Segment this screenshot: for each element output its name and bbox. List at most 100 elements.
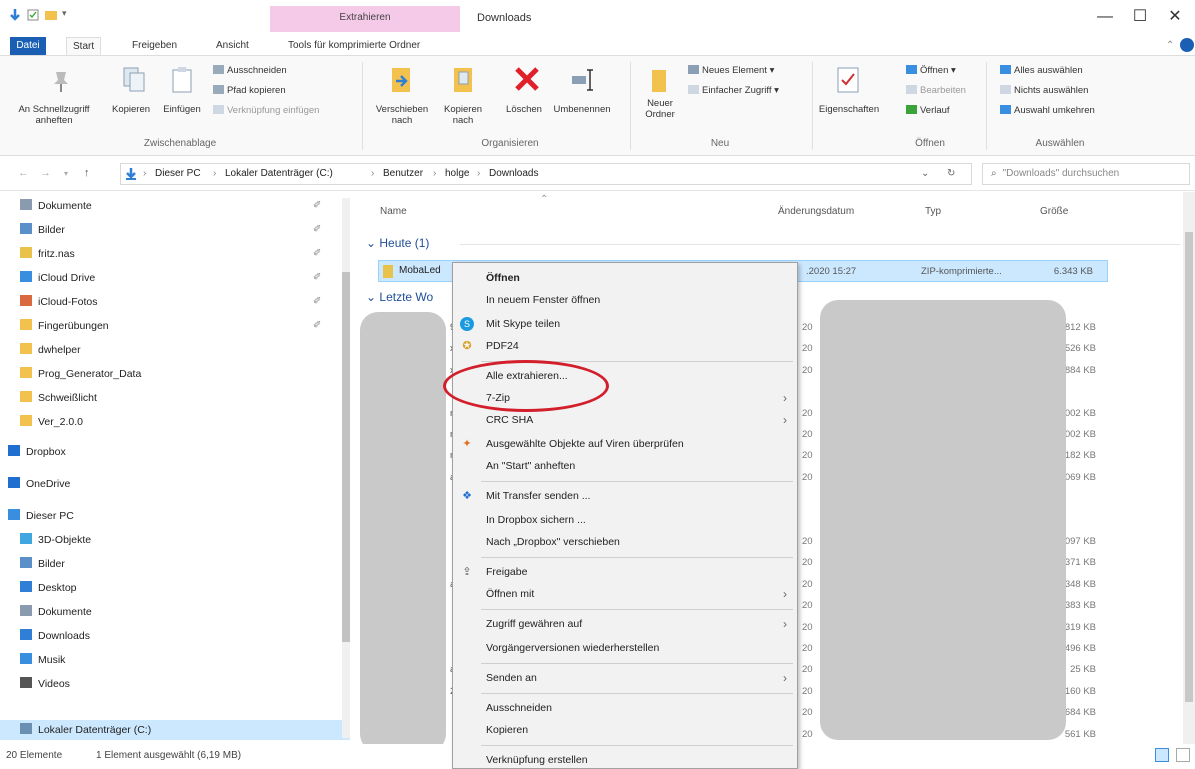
menu-copy[interactable]: Kopieren	[486, 719, 528, 741]
ribbon-collapse-icon[interactable]: ⌃	[1160, 37, 1180, 55]
back-arrow-icon[interactable]: ←	[18, 167, 29, 179]
open-button[interactable]: Öffnen ▾	[906, 65, 956, 76]
sidebar-item[interactable]: Dieser PC	[8, 506, 74, 526]
menu-skype-share[interactable]: Mit Skype teilen	[486, 313, 560, 335]
breadcrumb-users[interactable]: Benutzer	[383, 168, 423, 179]
move-to-button[interactable]: Verschieben nach	[372, 104, 432, 126]
breadcrumb-this-pc[interactable]: Dieser PC	[155, 168, 201, 179]
sidebar-item[interactable]: Dokumente	[20, 196, 92, 216]
column-type[interactable]: Typ	[925, 206, 941, 217]
sidebar-item[interactable]: Dokumente	[20, 602, 92, 622]
tab-view[interactable]: Ansicht	[210, 37, 255, 55]
maximize-button[interactable]: ☐	[1125, 6, 1155, 30]
menu-restore-versions[interactable]: Vorgängerversionen wiederherstellen	[486, 637, 659, 659]
sidebar-item[interactable]: Desktop	[20, 578, 77, 598]
sidebar-item[interactable]: Dropbox	[8, 442, 66, 462]
tab-file[interactable]: Datei	[10, 37, 46, 55]
menu-open-with[interactable]: Öffnen mit	[486, 583, 534, 605]
tab-share[interactable]: Freigeben	[126, 37, 183, 55]
select-none-button[interactable]: Nichts auswählen	[1000, 85, 1088, 96]
sidebar-scroll-thumb[interactable]	[342, 272, 350, 642]
sidebar-item[interactable]: Fingerübungen	[20, 316, 109, 336]
sidebar-item[interactable]: Schweißlicht	[20, 388, 97, 408]
column-name[interactable]: Name	[380, 206, 407, 217]
edit-button[interactable]: Bearbeiten	[906, 85, 966, 96]
group-header-today[interactable]: ⌄ Heute (1)	[366, 236, 429, 250]
content-scroll-thumb[interactable]	[1185, 232, 1193, 702]
sidebar-item[interactable]: dwhelper	[20, 340, 81, 360]
menu-dropbox-save[interactable]: In Dropbox sichern ...	[486, 509, 586, 531]
pin-quick-access-button[interactable]: An Schnellzugriff anheften	[4, 104, 104, 126]
submenu-arrow-icon: ›	[783, 617, 787, 631]
sidebar-item[interactable]: Bilder	[20, 220, 65, 240]
submenu-arrow-icon: ›	[783, 587, 787, 601]
sidebar-item[interactable]: Musik	[20, 650, 65, 670]
menu-pin-start[interactable]: An "Start" anheften	[486, 455, 575, 477]
file-size: 6.343 KB	[1053, 266, 1093, 277]
menu-crc-sha[interactable]: CRC SHA	[486, 409, 533, 431]
new-folder-quick-icon[interactable]	[44, 8, 58, 22]
sidebar-item[interactable]: Videos	[20, 674, 70, 694]
sidebar-item[interactable]: OneDrive	[8, 474, 70, 494]
minimize-button[interactable]: —	[1090, 6, 1120, 30]
quick-access-arrow-icon[interactable]	[8, 8, 22, 22]
cut-button[interactable]: Ausschneiden	[213, 65, 287, 76]
new-folder-button[interactable]: Neuer Ordner	[640, 98, 680, 120]
sidebar-item[interactable]: Lokaler Datenträger (C:)	[20, 720, 151, 740]
menu-cut[interactable]: Ausschneiden	[486, 697, 552, 719]
breadcrumb-downloads[interactable]: Downloads	[489, 168, 538, 179]
copy-to-button[interactable]: Kopieren nach	[434, 104, 492, 126]
address-dropdown-icon[interactable]: ⌄	[921, 168, 929, 179]
breadcrumb-local-disk[interactable]: Lokaler Datenträger (C:)	[225, 168, 333, 179]
copy-button[interactable]: Kopieren	[105, 104, 157, 115]
paste-button[interactable]: Einfügen	[156, 104, 208, 115]
sidebar-item[interactable]: Bilder	[20, 554, 65, 574]
tab-start[interactable]: Start	[66, 37, 102, 55]
search-input[interactable]: ⌕ "Downloads" durchsuchen	[982, 163, 1190, 185]
details-view-icon[interactable]	[1155, 748, 1169, 762]
menu-pdf24[interactable]: PDF24	[486, 335, 519, 357]
menu-open[interactable]: Öffnen	[486, 267, 520, 289]
properties-quick-icon[interactable]	[26, 8, 40, 22]
help-icon[interactable]	[1180, 38, 1194, 52]
menu-share[interactable]: Freigabe	[486, 561, 527, 583]
easy-access-button[interactable]: Einfacher Zugriff ▾	[688, 85, 779, 96]
submenu-arrow-icon: ›	[783, 413, 787, 427]
sidebar-item[interactable]: 3D-Objekte	[20, 530, 91, 550]
tiles-view-icon[interactable]	[1176, 748, 1190, 762]
up-arrow-icon[interactable]: ↑	[84, 167, 90, 179]
new-item-button[interactable]: Neues Element ▾	[688, 65, 774, 76]
paste-shortcut-button[interactable]: Verknüpfung einfügen	[213, 105, 319, 116]
select-all-button[interactable]: Alles auswählen	[1000, 65, 1083, 76]
address-bar[interactable]: › Dieser PC › Lokaler Datenträger (C:) ›…	[120, 163, 972, 185]
forward-arrow-icon[interactable]: →	[40, 167, 51, 179]
properties-button[interactable]: Eigenschaften	[816, 104, 882, 115]
close-button[interactable]: ✕	[1160, 6, 1190, 30]
menu-grant-access[interactable]: Zugriff gewähren auf	[486, 613, 582, 635]
menu-open-new-window[interactable]: In neuem Fenster öffnen	[486, 289, 600, 311]
sidebar-item[interactable]: Ver_2.0.0	[20, 412, 83, 432]
rename-button[interactable]: Umbenennen	[550, 104, 614, 115]
refresh-icon[interactable]: ↻	[947, 168, 955, 179]
column-size[interactable]: Größe	[1040, 206, 1068, 217]
sidebar-item[interactable]: fritz.nas	[20, 244, 75, 264]
sidebar-item[interactable]: iCloud Drive	[20, 268, 95, 288]
sidebar-item[interactable]: Downloads	[20, 626, 90, 646]
menu-transfer[interactable]: Mit Transfer senden ...	[486, 485, 590, 507]
customize-quick-access-icon[interactable]: ▾	[62, 8, 76, 22]
sidebar-item[interactable]: Prog_Generator_Data	[20, 364, 141, 384]
column-date[interactable]: Änderungsdatum	[778, 206, 854, 217]
menu-create-shortcut[interactable]: Verknüpfung erstellen	[486, 749, 588, 769]
menu-dropbox-move[interactable]: Nach „Dropbox" verschieben	[486, 531, 620, 553]
sidebar-item[interactable]: iCloud-Fotos	[20, 292, 98, 312]
group-header-last-week[interactable]: ⌄ Letzte Wo	[366, 290, 433, 304]
menu-virus-scan[interactable]: Ausgewählte Objekte auf Viren überprüfen	[486, 433, 684, 455]
menu-send-to[interactable]: Senden an	[486, 667, 537, 689]
breadcrumb-user[interactable]: holge	[445, 168, 469, 179]
invert-selection-button[interactable]: Auswahl umkehren	[1000, 105, 1095, 116]
history-button[interactable]: Verlauf	[906, 105, 950, 116]
recent-locations-chevron-icon[interactable]: ▾	[64, 169, 68, 178]
tab-compressed-tools[interactable]: Tools für komprimierte Ordner	[282, 37, 426, 55]
copy-path-button[interactable]: Pfad kopieren	[213, 85, 286, 96]
delete-button[interactable]: Löschen	[498, 104, 550, 115]
